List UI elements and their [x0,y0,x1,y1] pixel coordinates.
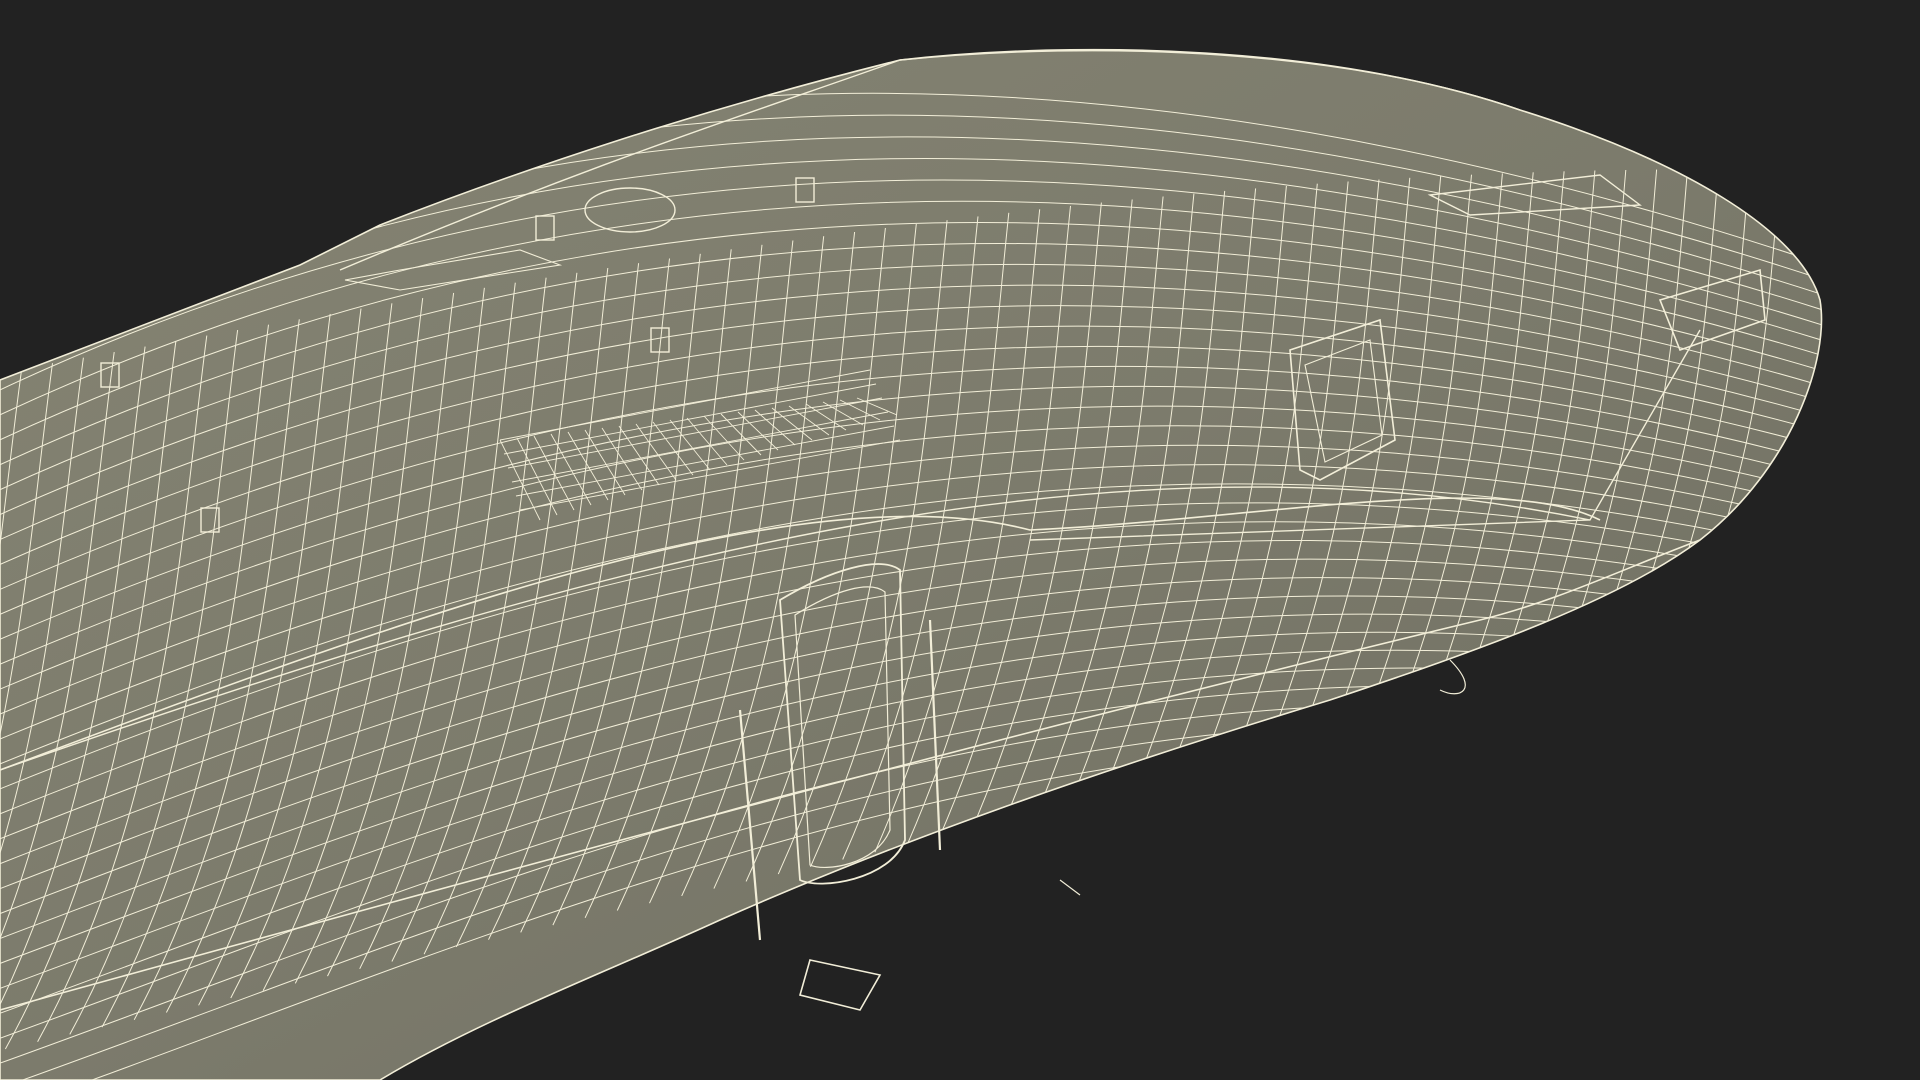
train-nose-wireframe-render [0,48,1823,1080]
entry-step [799,959,882,1011]
render-viewport [0,0,1920,1080]
skirt-lamp [1059,879,1081,896]
skirt-fragment [1439,659,1466,695]
train-body [0,48,1823,1080]
